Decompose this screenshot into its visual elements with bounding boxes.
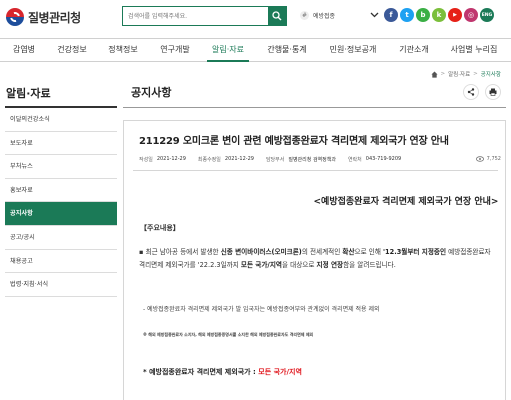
exempt-label: * 예방접종완료자 격리면제 제외국가 : — [143, 368, 259, 376]
kdca-emblem-icon — [6, 8, 24, 26]
blog-icon[interactable]: b — [416, 8, 430, 22]
breadcrumb-separator: > — [440, 71, 446, 77]
chevron-down-icon[interactable] — [368, 9, 380, 21]
para-text: 함을 알려드립니다. — [343, 260, 396, 269]
written-date-label: 작성일 — [139, 157, 153, 163]
site-header: 질병관리청 # 예방접종 f t b k ▶ ◎ ENG — [0, 0, 511, 36]
breadcrumb-level1[interactable]: 알림·자료 — [448, 70, 470, 78]
department-label: 담당부서 — [265, 157, 285, 163]
post-paragraph: ▪ 최근 남아공 등에서 발생한 신종 변이바이러스(오미크론)의 전세계적인 … — [139, 246, 497, 271]
youtube-icon[interactable]: ▶ — [448, 8, 462, 22]
kakao-story-icon[interactable]: k — [432, 8, 446, 22]
breadcrumb-separator: > — [473, 71, 478, 77]
twitter-icon[interactable]: t — [400, 8, 414, 22]
para-text: 으로 인해 — [354, 248, 384, 256]
view-count-value: 7,752 — [486, 156, 501, 162]
print-icon — [489, 88, 497, 96]
para-bold: 확산 — [342, 248, 355, 256]
nav-item-policy-info[interactable]: 정책정보 — [103, 39, 143, 61]
search-input[interactable] — [123, 7, 268, 25]
nav-item-research[interactable]: 연구개발 — [155, 39, 195, 61]
post-heading-text: <예방접종완료자 격리면제 제외국가 연장 안내> — [313, 197, 499, 207]
share-button[interactable] — [463, 84, 479, 100]
sidebar-item-recruitment[interactable]: 채용공고 — [5, 249, 117, 274]
breadcrumb: > 알림·자료 > 공지사항 — [430, 70, 501, 78]
english-site-button[interactable]: ENG — [480, 8, 494, 22]
para-text: ▪ 최근 남아공 등에서 발생한 — [139, 248, 221, 256]
post-divider — [133, 170, 498, 171]
post-body-heading: <예방접종완료자 격리면제 제외국가 연장 안내> — [0, 194, 511, 207]
nav-item-publications[interactable]: 간행물·통계 — [262, 39, 312, 61]
nav-item-notices-data[interactable]: 알림·자료 — [207, 39, 249, 62]
title-divider — [123, 107, 506, 108]
exempt-value: 모든 국가/지역 — [258, 368, 302, 376]
para-bold: 지정 연장 — [316, 260, 344, 269]
nav-item-infectious-disease[interactable]: 감염병 — [9, 39, 39, 61]
para-bold: 모든 국가/지역 — [240, 260, 282, 269]
search-icon — [272, 11, 282, 21]
para-text: 의 전세계적인 — [301, 248, 343, 256]
post-sub-paragraph: - 예방접종완료자 격리면제 제외국가 발 입국자는 예방접종여부와 관계없이 … — [143, 306, 380, 313]
post-meta: 작성일 2021-12-29 최종수정일 2021-12-29 담당부서 질병관… — [139, 156, 413, 163]
print-button[interactable] — [485, 84, 501, 100]
share-icon — [467, 88, 475, 96]
logo-text: 질병관리청 — [28, 10, 81, 25]
instagram-icon[interactable]: ◎ — [464, 8, 478, 22]
post-note: ※ 해외 예방접종완료자 소지자, 해외 예방접종증명서를 소지한 해외 예방접… — [143, 332, 314, 337]
nav-item-civil-info[interactable]: 민원·정보공개 — [324, 39, 382, 61]
written-date: 2021-12-29 — [156, 156, 186, 162]
search-button[interactable] — [268, 7, 286, 25]
sidebar-item-announcements[interactable]: 공고/공시 — [5, 225, 117, 250]
logo[interactable]: 질병관리청 — [6, 8, 81, 26]
exempt-countries: * 예방접종완료자 격리면제 제외국가 : 모든 국가/지역 — [143, 367, 302, 377]
view-count: 7,752 — [475, 156, 501, 162]
section-label: 【주요내용】 — [140, 224, 180, 232]
modified-date-label: 최종수정일 — [197, 157, 221, 163]
nav-item-about[interactable]: 기관소개 — [394, 39, 434, 61]
facebook-icon[interactable]: f — [384, 8, 398, 22]
sidebar-item-monthly-health[interactable]: 이달의건강소식 — [5, 108, 117, 132]
main-nav: 감염병 건강정보 정책정보 연구개발 알림·자료 간행물·통계 민원·정보공개 … — [0, 38, 511, 62]
sidebar-item-ministry-news[interactable]: 부처뉴스 — [5, 155, 117, 179]
para-bold: 신종 변이바이러스(오미크론) — [220, 248, 302, 256]
sidebar-item-press-release[interactable]: 보도자료 — [5, 131, 117, 156]
para-bold: '12.3월부터 지정중인 — [383, 248, 447, 256]
home-icon[interactable] — [430, 70, 438, 78]
nav-item-health-info[interactable]: 건강정보 — [52, 39, 92, 61]
page-title: 공지사항 — [131, 86, 172, 99]
popular-keyword[interactable]: # 예방접종 — [300, 11, 335, 20]
hashtag-icon: # — [300, 11, 309, 20]
modified-date: 2021-12-29 — [224, 156, 254, 162]
keyword-label: 예방접종 — [313, 13, 336, 20]
contact: 043-719-9209 — [365, 156, 402, 162]
breadcrumb-current[interactable]: 공지사항 — [481, 70, 501, 78]
sidebar-item-laws-forms[interactable]: 법령·지침·서식 — [5, 273, 117, 297]
para-text: 을 대상으로 — [281, 260, 317, 269]
department: 질병관리청 검역정책과 — [288, 157, 336, 163]
sidebar-title: 알림·자료 — [6, 87, 51, 100]
post-title: 211229 오미크론 변이 관련 예방접종완료자 격리면제 제외국가 연장 안… — [139, 136, 449, 147]
contact-label: 연락처 — [347, 157, 362, 163]
sns-links: f t b k ▶ ◎ ENG — [368, 8, 496, 22]
search-bar — [122, 6, 287, 26]
nav-item-project-sites[interactable]: 사업별 누리집 — [446, 39, 502, 61]
eye-icon — [475, 156, 484, 162]
